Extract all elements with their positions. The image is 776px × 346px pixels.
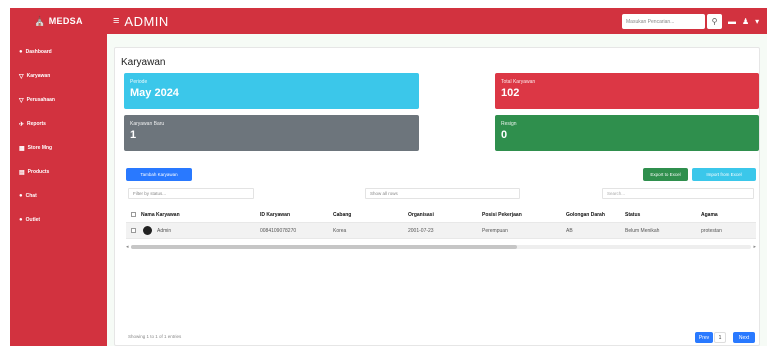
prev-page-button[interactable]: Prev: [695, 332, 713, 343]
row-checkbox[interactable]: [131, 228, 136, 233]
table-header-row: Nama Karyawan ID Karyawan Cabang Organis…: [126, 207, 756, 223]
scroll-right-icon[interactable]: ▸: [753, 244, 756, 250]
sidebar-item-label: Outlet: [25, 217, 41, 223]
column-header[interactable]: Posisi Pekerjaan: [482, 212, 522, 218]
sidebar: ● Dashboard ▽ Karyawan ▽ Perusahaan ✈ Re…: [10, 34, 107, 346]
add-employee-button[interactable]: Tambah Karyawan: [126, 168, 192, 181]
cell-golongan-darah: AB: [566, 228, 573, 234]
message-icon[interactable]: ▬: [728, 17, 736, 26]
column-header[interactable]: ID Karyawan: [260, 212, 290, 218]
sidebar-item-label: Reports: [27, 121, 46, 127]
stat-value: May 2024: [130, 87, 179, 99]
sidebar-item-label: Dashboard: [25, 49, 52, 55]
stat-label: Periode: [130, 79, 148, 85]
cell-agama: protestan: [701, 228, 722, 234]
header-icons: ▬ ♟ ▾: [728, 14, 759, 29]
avatar: [143, 226, 152, 235]
stat-card-total-karyawan: Total Karyawan 102: [495, 73, 759, 109]
filter-icon: ▽: [19, 73, 24, 80]
stat-card-periode: Periode May 2024: [124, 73, 419, 109]
stat-value: 1: [130, 129, 137, 141]
cell-status: Belum Menikah: [625, 228, 660, 234]
scroll-left-icon[interactable]: ◂: [126, 244, 129, 250]
page-1-button[interactable]: 1: [714, 332, 726, 343]
cell-name: Admin: [157, 228, 172, 234]
stat-value: 102: [501, 87, 520, 99]
chat-icon: ●: [19, 193, 23, 199]
cell-cabang: Korea: [333, 228, 347, 234]
stat-label: Resign: [501, 121, 517, 127]
horizontal-scrollbar[interactable]: ◂ ▸: [126, 244, 756, 250]
sidebar-item-karyawan[interactable]: ▽ Karyawan: [10, 64, 107, 88]
brand-logo[interactable]: ⛪ MEDSA: [10, 16, 107, 27]
app-frame: ⛪ MEDSA ≡ ADMIN Masukan Pencarian... ⚲ ▬…: [0, 0, 776, 346]
sidebar-item-dashboard[interactable]: ● Dashboard: [10, 40, 107, 64]
import-excel-button[interactable]: Import from Excel: [692, 168, 756, 181]
stat-value: 0: [501, 129, 508, 141]
scroll-thumb[interactable]: [131, 245, 517, 249]
sidebar-item-products[interactable]: ▤ Products: [10, 160, 107, 184]
column-header[interactable]: Status: [625, 212, 640, 218]
table-row[interactable]: Admin 0084109078270 Korea 2001-07-23 Per…: [126, 223, 756, 239]
sidebar-item-label: Chat: [25, 193, 37, 199]
top-navbar: ⛪ MEDSA ≡ ADMIN Masukan Pencarian... ⚲ ▬…: [10, 8, 767, 34]
employee-table: Nama Karyawan ID Karyawan Cabang Organis…: [126, 207, 756, 239]
search-icon[interactable]: ⚲: [707, 14, 722, 29]
brand-name: MEDSA: [48, 16, 83, 26]
stat-card-resign: Resign 0: [495, 115, 759, 151]
sidebar-item-label: Store Mng: [27, 145, 53, 151]
export-excel-button[interactable]: Export to Excel: [643, 168, 688, 181]
location-icon: ●: [19, 217, 23, 223]
sidebar-item-reports[interactable]: ✈ Reports: [10, 112, 107, 136]
pagination-info: Showing 1 to 1 of 1 entries: [128, 334, 182, 339]
sidebar-item-chat[interactable]: ● Chat: [10, 184, 107, 208]
sidebar-item-label: Perusahaan: [26, 97, 55, 103]
status-filter-input[interactable]: Filter by status...: [128, 188, 254, 199]
column-header[interactable]: Cabang: [333, 212, 351, 218]
cell-posisi: Perempuan: [482, 228, 508, 234]
sidebar-item-label: Products: [27, 169, 50, 175]
next-page-button[interactable]: Next: [733, 332, 755, 343]
bank-icon: ⛪: [34, 15, 46, 26]
box-icon: ▤: [19, 169, 25, 176]
store-icon: ▦: [19, 145, 25, 152]
dashboard-icon: ●: [19, 49, 23, 55]
column-header[interactable]: Agama: [701, 212, 718, 218]
stat-label: Total Karyawan: [501, 79, 536, 85]
sidebar-item-outlet[interactable]: ● Outlet: [10, 208, 107, 232]
sidebar-item-store-mng[interactable]: ▦ Store Mng: [10, 136, 107, 160]
column-header[interactable]: Nama Karyawan: [141, 212, 180, 218]
table-search-input[interactable]: Search...: [602, 188, 754, 199]
cell-id: 0084109078270: [260, 228, 297, 234]
cell-organisasi: 2001-07-23: [408, 228, 434, 234]
sidebar-item-perusahaan[interactable]: ▽ Perusahaan: [10, 88, 107, 112]
plane-icon: ✈: [19, 121, 25, 128]
sidebar-item-label: Karyawan: [26, 73, 51, 79]
page-header-title: ADMIN: [124, 13, 169, 29]
user-icon[interactable]: ♟: [742, 17, 749, 26]
stat-card-karyawan-baru: Karyawan Baru 1: [124, 115, 419, 151]
stat-label: Karyawan Baru: [130, 121, 165, 127]
filter-icon: ▽: [19, 97, 24, 104]
rows-per-page-select[interactable]: Show all rows: [365, 188, 520, 199]
chevron-down-icon[interactable]: ▾: [755, 17, 759, 26]
page-title: Karyawan: [121, 57, 166, 68]
column-header[interactable]: Organisasi: [408, 212, 434, 218]
menu-toggle-icon[interactable]: ≡: [113, 15, 119, 27]
header-search-input[interactable]: Masukan Pencarian...: [622, 14, 705, 29]
select-all-checkbox[interactable]: [131, 212, 136, 217]
column-header[interactable]: Golongan Darah: [566, 212, 605, 218]
